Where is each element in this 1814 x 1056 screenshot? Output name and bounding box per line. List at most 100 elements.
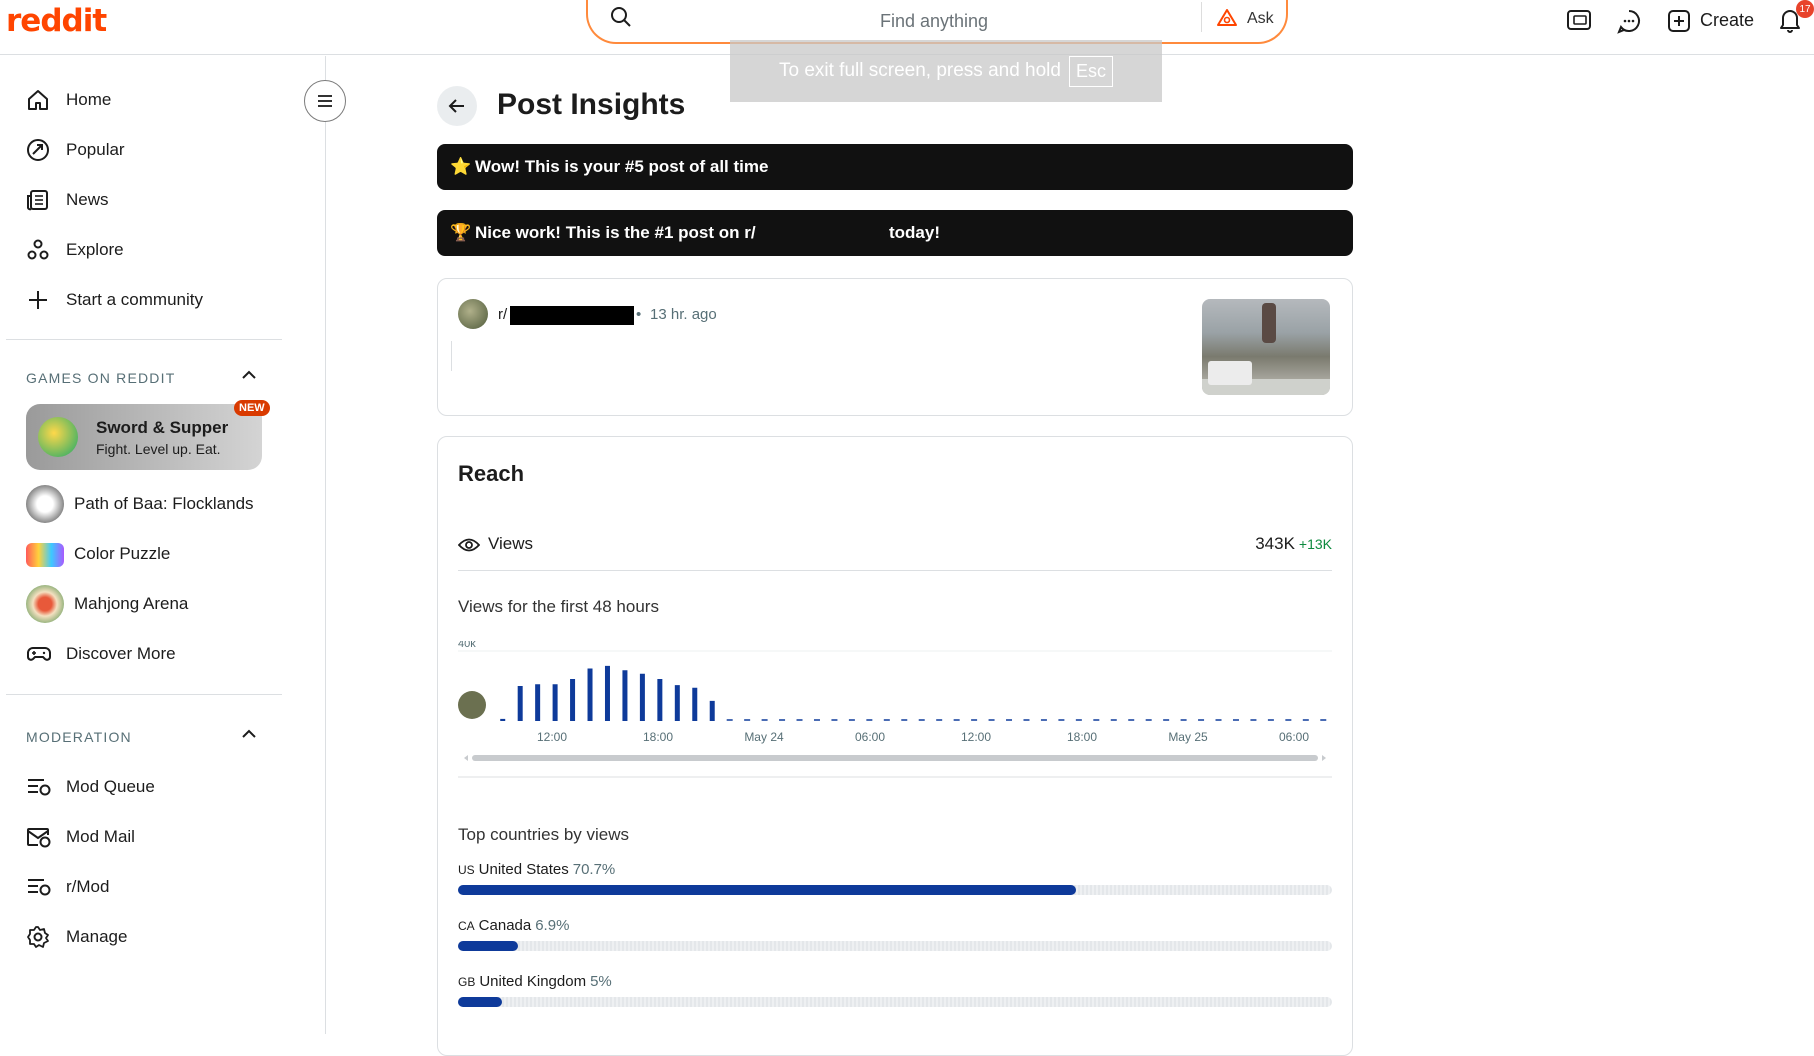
reach-title: Reach bbox=[458, 461, 525, 486]
arrow-left-icon bbox=[448, 99, 464, 113]
sidebar-item-label: Popular bbox=[66, 140, 125, 159]
x-tick-label: May 25 bbox=[1168, 730, 1208, 744]
chart-bar bbox=[692, 687, 698, 721]
sidebar-item-label: Discover More bbox=[66, 644, 176, 663]
chart-scroll-left-arrow bbox=[464, 755, 468, 761]
sidebar-item-label: News bbox=[66, 190, 109, 209]
mod-queue-icon bbox=[28, 779, 51, 796]
chart-bar bbox=[639, 673, 645, 721]
subreddit-avatar bbox=[458, 299, 488, 329]
moderation-section-heading[interactable]: MODERATION bbox=[26, 729, 132, 745]
chart-scrollbar bbox=[472, 755, 1318, 761]
search-bar[interactable]: Find anything Ask bbox=[586, 0, 1288, 44]
search-input[interactable]: Find anything bbox=[880, 11, 988, 32]
country-progress-fill bbox=[458, 941, 519, 951]
x-tick-label: 12:00 bbox=[961, 730, 991, 744]
featured-game-card[interactable]: Sword & Supper Fight. Level up. Eat. bbox=[26, 404, 262, 470]
plus-icon bbox=[29, 291, 47, 309]
sidebar-item-label: Mod Mail bbox=[66, 827, 135, 846]
country-label: US United States 70.7% bbox=[458, 861, 1332, 878]
views-row: Views 343K +13K bbox=[458, 531, 1332, 571]
country-percent: 70.7% bbox=[572, 861, 616, 878]
create-button[interactable]: Create bbox=[1700, 10, 1754, 31]
sidebar-item-label: Explore bbox=[66, 240, 124, 259]
post-thumbnail[interactable] bbox=[1202, 299, 1330, 395]
chart-bar bbox=[674, 685, 680, 721]
sidebar-item-label: Mod Queue bbox=[66, 777, 155, 796]
game-item-mahjong-arena[interactable]: Mahjong Arena bbox=[26, 584, 188, 624]
star-icon: ⭐ bbox=[450, 157, 472, 176]
x-tick-label: 06:00 bbox=[1279, 730, 1309, 744]
country-label: CA Canada 6.9% bbox=[458, 917, 1332, 934]
page-title: Post Insights bbox=[497, 88, 686, 121]
gear-icon bbox=[27, 926, 49, 948]
sidebar-divider bbox=[6, 694, 282, 695]
chat-icon[interactable] bbox=[1616, 8, 1642, 34]
country-row-gb: GB United Kingdom 5% bbox=[458, 973, 1332, 1007]
color-puzzle-icon bbox=[26, 543, 64, 567]
popular-icon bbox=[27, 139, 49, 161]
sidebar-item-label: Start a community bbox=[66, 290, 203, 309]
fullscreen-toast-text: To exit full screen, press and hold bbox=[778, 60, 1061, 81]
reach-card: Reach Views 343K +13K Views for the first… bbox=[437, 436, 1353, 1056]
back-button[interactable] bbox=[437, 86, 477, 126]
country-name: Canada bbox=[478, 917, 532, 934]
views-value-group: 343K +13K bbox=[1255, 534, 1332, 554]
milestone-banner-text: Wow! This is your #5 post of all time bbox=[475, 157, 769, 176]
game-item-color-puzzle[interactable]: Color Puzzle bbox=[26, 534, 170, 574]
countries-title: Top countries by views bbox=[458, 825, 630, 844]
chart-bar bbox=[535, 684, 541, 721]
country-code: GB bbox=[458, 975, 476, 989]
games-section-heading[interactable]: GAMES ON REDDIT bbox=[26, 370, 175, 386]
sidebar-toggle-button[interactable] bbox=[304, 80, 346, 122]
top-post-banner: 🏆 Nice work! This is the #1 post on r/ t… bbox=[437, 210, 1353, 256]
featured-game-subtitle: Fight. Level up. Eat. bbox=[96, 441, 221, 457]
sidebar-item-explore[interactable]: Explore bbox=[26, 230, 124, 270]
country-progress-fill bbox=[458, 885, 1076, 895]
post-card[interactable]: r/ • 13 hr. ago bbox=[437, 278, 1353, 416]
y-tick-label: 40k bbox=[458, 641, 476, 650]
post-marker-avatar bbox=[458, 691, 486, 719]
x-tick-label: 18:00 bbox=[1067, 730, 1097, 744]
reddit-logo[interactable]: reddit bbox=[6, 3, 107, 39]
views-bar-chart: 40k 12:00 18:00 May 24 06:00 12:00 18:00 May 25… bbox=[458, 641, 1332, 778]
sidebar-item-r-mod[interactable]: r/Mod bbox=[26, 867, 109, 907]
create-plus-icon[interactable] bbox=[1667, 9, 1691, 33]
thumbnail-figure bbox=[1262, 303, 1276, 343]
sidebar-item-mod-queue[interactable]: Mod Queue bbox=[26, 767, 155, 807]
new-badge: NEW bbox=[234, 400, 270, 416]
sidebar-item-manage[interactable]: Manage bbox=[26, 917, 127, 957]
chart-bar bbox=[709, 700, 715, 721]
chart-bar bbox=[657, 679, 663, 721]
trophy-icon: 🏆 bbox=[450, 223, 472, 242]
subreddit-prefix: r/ bbox=[498, 306, 508, 323]
game-item-path-of-baa[interactable]: Path of Baa: Flocklands bbox=[26, 484, 254, 524]
menu-icon bbox=[318, 95, 332, 107]
ask-button[interactable]: Ask bbox=[1247, 10, 1274, 28]
sidebar-item-start-community[interactable]: Start a community bbox=[26, 280, 203, 320]
chart-bar bbox=[517, 686, 523, 721]
sidebar-item-popular[interactable]: Popular bbox=[26, 130, 125, 170]
game-item-label: Color Puzzle bbox=[74, 544, 171, 563]
sidebar-item-discover-more[interactable]: Discover More bbox=[26, 634, 176, 674]
sword-and-supper-avatar bbox=[38, 417, 78, 457]
chart-bar bbox=[622, 670, 628, 721]
sidebar-item-mod-mail[interactable]: Mod Mail bbox=[26, 817, 135, 857]
sheep-icon bbox=[26, 485, 64, 523]
x-tick-label: 18:00 bbox=[643, 730, 673, 744]
gamepad-icon bbox=[27, 647, 51, 661]
advertise-icon[interactable] bbox=[1566, 9, 1592, 31]
sidebar-item-home[interactable]: Home bbox=[26, 80, 111, 120]
chevron-up-icon[interactable] bbox=[240, 728, 258, 740]
esc-key: Esc bbox=[1068, 55, 1113, 87]
mod-mail-icon bbox=[27, 828, 51, 848]
fullscreen-toast: To exit full screen, press and hold Esc bbox=[730, 40, 1162, 102]
sidebar-item-news[interactable]: News bbox=[26, 180, 109, 220]
country-percent: 5% bbox=[590, 973, 612, 990]
news-icon bbox=[27, 190, 48, 211]
views-delta: +13K bbox=[1298, 536, 1332, 552]
search-divider bbox=[1201, 2, 1202, 32]
country-row-ca: CA Canada 6.9% bbox=[458, 917, 1332, 951]
chart-bar bbox=[604, 665, 610, 721]
chevron-up-icon[interactable] bbox=[240, 369, 258, 381]
